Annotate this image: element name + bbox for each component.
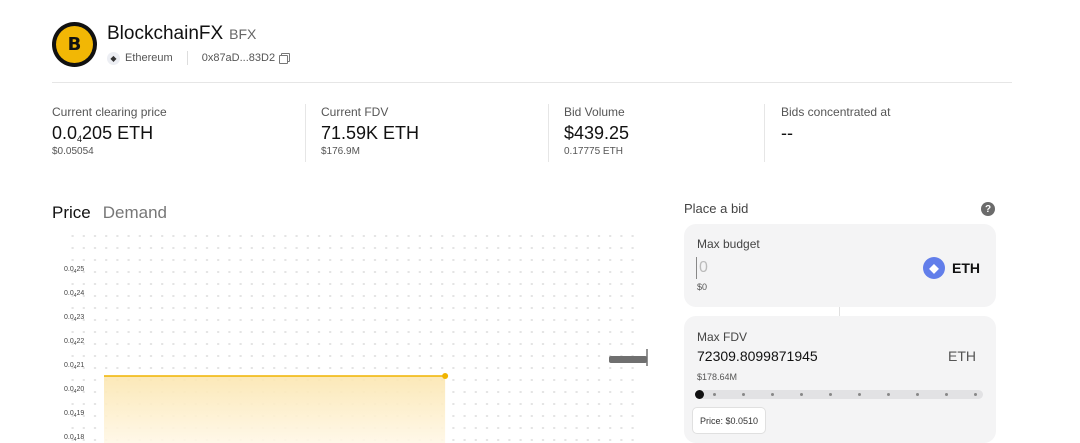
slider-step-dot [916,393,919,396]
slider-step-dot [945,393,948,396]
stat-value: $439.25 [564,123,630,143]
max-budget-input[interactable] [696,257,876,279]
copy-icon[interactable] [279,53,291,64]
chain-name: Ethereum [125,52,173,64]
currency-label: ETH [952,260,980,276]
header-divider [52,82,1012,83]
slider-step-dot [974,393,977,396]
token-logo: B [52,21,97,67]
meta-divider [186,51,188,65]
price-tooltip: Price: $0.0510 [692,407,767,434]
slider-step-dot [858,393,861,396]
stat-bids-concentrated: Bids concentrated at -- [781,105,890,146]
token-symbol: BFX [229,26,257,42]
stat-sub: $0.05054 [52,146,94,157]
tab-price[interactable]: Price [52,203,91,223]
budget-usd-value: $0 [697,282,708,292]
stat-label: Bids concentrated at [781,105,891,119]
price-area-fill [104,376,446,443]
slider-step-dot [713,393,716,396]
slider-step-dot [829,393,832,396]
help-icon[interactable]: ? [981,202,995,216]
stat-current-fdv: Current FDV 71.59K ETH $176.9M [321,105,419,157]
eth-icon: ◆ [923,257,945,279]
token-title-block: BlockchainFX BFX ◆ Ethereum 0x87aD...83D… [107,23,291,65]
clearing-price-marker [609,356,647,363]
fdv-slider[interactable] [695,390,983,399]
price-series-endpoint [442,373,449,379]
contract-address[interactable]: 0x87aD...83D2 [202,52,275,64]
slider-step-dot [887,393,890,396]
stat-separator [305,104,306,162]
stat-value: 71.59K ETH [321,123,420,143]
price-chart-svg: 0.0425 0.0424 0.0423 0.0422 0.0421 0.0420 0.04… [64,235,648,443]
y-tick-label: 0.0419 [64,410,84,419]
token-name: BlockchainFX [107,23,224,44]
stat-value: 0.04205 ETH [52,123,154,144]
y-tick-label: 0.0420 [64,386,84,395]
stat-label: Current FDV [321,105,389,119]
stat-clearing-price: Current clearing price 0.04205 ETH $0.05… [52,105,167,157]
stat-label: Bid Volume [564,105,625,119]
max-fdv-unit: ETH [948,348,976,364]
y-tick-label: 0.0423 [64,314,84,323]
stat-sub: $176.9M [321,146,360,157]
price-chart: 0.0425 0.0424 0.0423 0.0422 0.0421 0.0420 0.04… [52,232,652,443]
max-budget-label: Max budget [697,237,760,251]
currency-selector[interactable]: ◆ ETH [923,257,980,279]
max-budget-card: Max budget $0 ◆ ETH [684,224,996,307]
y-tick-label: 0.0422 [64,338,84,347]
ethereum-chain-icon: ◆ [107,51,120,65]
chart-tabs: Price Demand [52,203,179,223]
card-connector [839,307,840,316]
place-bid-title: Place a bid [684,201,749,216]
stat-value: -- [781,123,793,143]
y-tick-label: 0.0418 [64,434,84,443]
max-fdv-card: Max FDV 72309.8099871945 ETH $178.64M Pr… [684,316,996,443]
tab-demand[interactable]: Demand [103,203,167,223]
max-fdv-value[interactable]: 72309.8099871945 [697,348,818,364]
slider-step-dot [800,393,803,396]
token-logo-letter: B [67,33,82,55]
stat-separator [764,104,765,162]
stat-separator [548,104,549,162]
y-tick-label: 0.0425 [64,266,84,275]
max-fdv-usd: $178.64M [697,372,738,382]
y-tick-label: 0.0424 [64,290,84,299]
stat-sub: 0.17775 ETH [564,146,623,157]
slider-step-dot [771,393,774,396]
max-fdv-label: Max FDV [697,330,748,344]
slider-step-dot [742,393,745,396]
y-tick-label: 0.0421 [64,362,84,371]
fdv-slider-handle[interactable] [695,390,704,399]
stat-label: Current clearing price [52,105,167,119]
token-header: B BlockchainFX BFX ◆ Ethereum 0x87aD...8… [52,20,291,68]
stat-bid-volume: Bid Volume $439.25 0.17775 ETH [564,105,629,157]
